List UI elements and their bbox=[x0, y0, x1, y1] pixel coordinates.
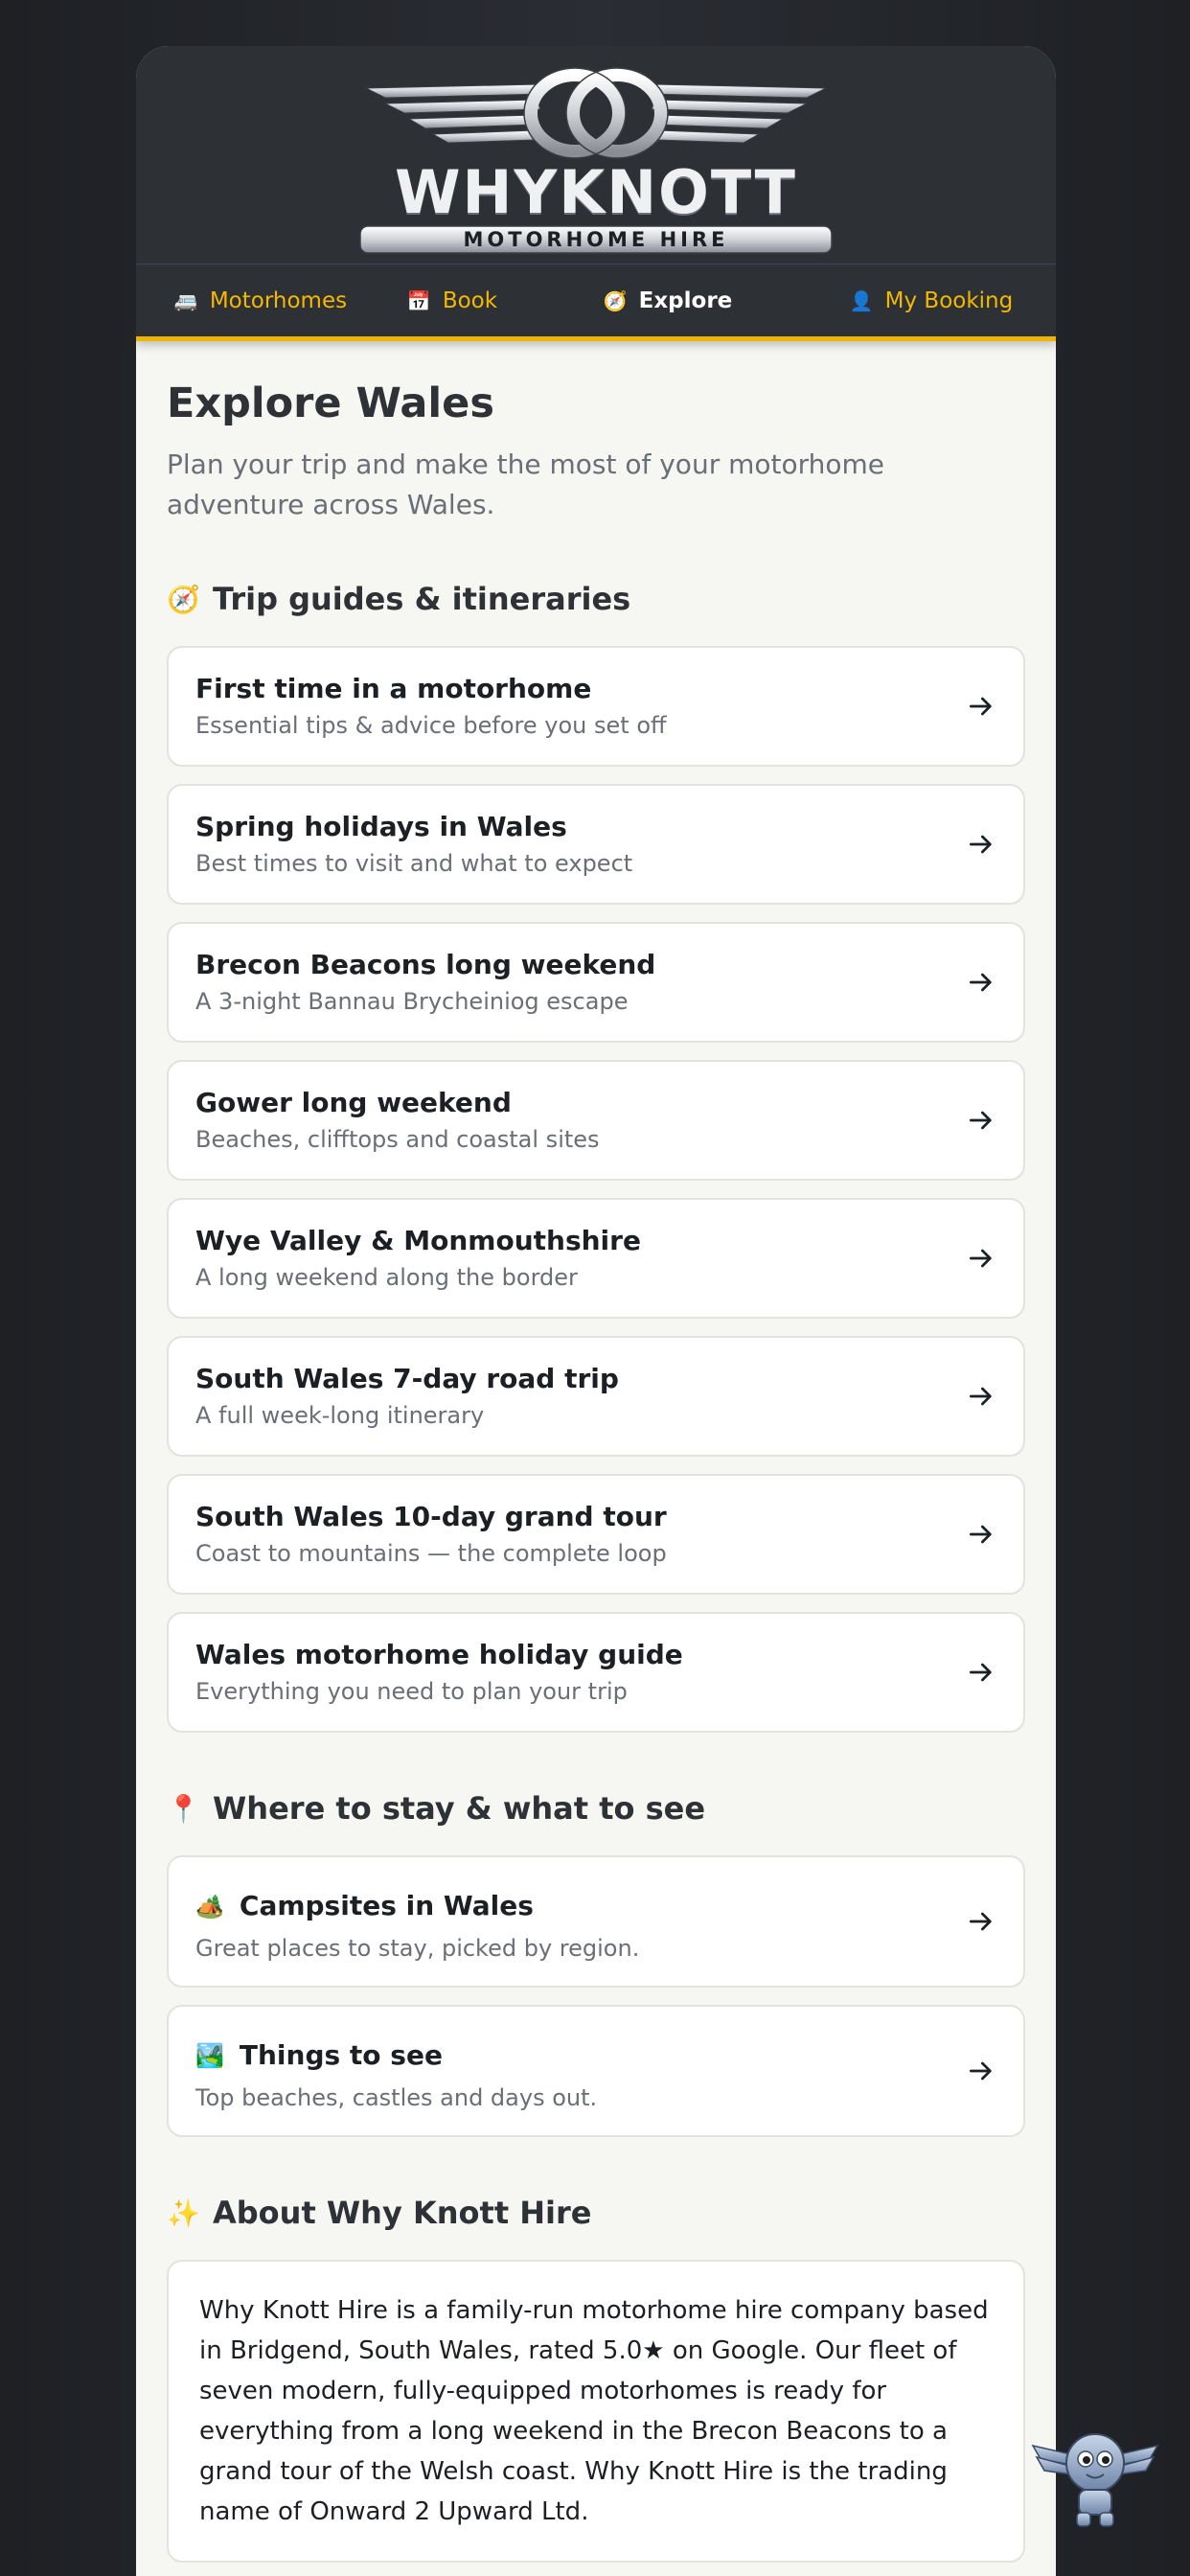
arrow-right-icon bbox=[970, 1111, 992, 1130]
card-title: 🏕️ Campsites in Wales bbox=[195, 1890, 996, 1921]
guide-card[interactable]: Wye Valley & Monmouthshire A long weeken… bbox=[167, 1198, 1025, 1319]
section-title-text: About Why Knott Hire bbox=[213, 2195, 592, 2231]
card-subtitle: A full week-long itinerary bbox=[195, 1402, 485, 1429]
card-subtitle: Coast to mountains — the complete loop bbox=[195, 1540, 667, 1567]
card-title: Wales motorhome holiday guide bbox=[195, 1639, 683, 1670]
card-subtitle: Beaches, clifftops and coastal sites bbox=[195, 1126, 600, 1153]
card-title: Spring holidays in Wales bbox=[195, 811, 567, 842]
card-title: Wye Valley & Monmouthshire bbox=[195, 1225, 641, 1256]
arrow-right-icon bbox=[970, 2061, 992, 2081]
card-title: South Wales 7-day road trip bbox=[195, 1363, 619, 1394]
about-card: Why Knott Hire is a family-run motorhome… bbox=[167, 2260, 1025, 2563]
card-subtitle: Great places to stay, picked by region. bbox=[195, 1935, 640, 1962]
card-subtitle: A 3-night Bannau Brycheiniog escape bbox=[195, 988, 629, 1015]
arrow-right-icon bbox=[970, 1663, 992, 1682]
compass-icon: 🧭 bbox=[167, 583, 200, 615]
brand-tagline: MOTORHOME HIRE bbox=[463, 228, 729, 251]
user-icon: 👤 bbox=[849, 288, 874, 312]
card-subtitle: A long weekend along the border bbox=[195, 1264, 578, 1291]
arrow-right-icon bbox=[970, 1249, 992, 1268]
section-title-text: Trip guides & itineraries bbox=[213, 581, 631, 617]
arrow-right-icon bbox=[970, 1912, 992, 1931]
section-title-about: ✨ About Why Knott Hire bbox=[167, 2195, 1025, 2231]
guide-card[interactable]: Wales motorhome holiday guide Everything… bbox=[167, 1612, 1025, 1733]
nav-label: Motorhomes bbox=[209, 288, 348, 313]
nav-label: Explore bbox=[638, 288, 733, 313]
stay-card-campsites[interactable]: 🏕️ Campsites in Wales Great places to st… bbox=[167, 1855, 1025, 1988]
nav-label: My Booking bbox=[884, 288, 1014, 313]
card-title: 🏞️ Things to see bbox=[195, 2039, 996, 2071]
card-subtitle: Best times to visit and what to expect bbox=[195, 850, 633, 877]
card-title: First time in a motorhome bbox=[195, 673, 592, 704]
app-frame: WHYKNOTT MOTORHOME HIRE 🚐 Motorhomes 📅 B… bbox=[136, 46, 1056, 2576]
main-content: Explore Wales Plan your trip and make th… bbox=[136, 341, 1056, 2563]
main-nav: 🚐 Motorhomes 📅 Book 🧭 Explore 👤 My Booki… bbox=[136, 264, 1056, 341]
arrow-right-icon bbox=[970, 973, 992, 992]
card-subtitle: Top beaches, castles and days out. bbox=[195, 2084, 598, 2111]
card-title: Gower long weekend bbox=[195, 1087, 512, 1118]
card-subtitle: Essential tips & advice before you set o… bbox=[195, 712, 667, 739]
brand-name: WHYKNOTT bbox=[395, 157, 797, 227]
section-title-guides: 🧭 Trip guides & itineraries bbox=[167, 581, 1025, 617]
card-subtitle: Everything you need to plan your trip bbox=[195, 1678, 628, 1705]
nav-my-booking[interactable]: 👤 My Booking bbox=[807, 264, 1056, 336]
guide-card[interactable]: Brecon Beacons long weekend A 3-night Ba… bbox=[167, 922, 1025, 1043]
card-title: Brecon Beacons long weekend bbox=[195, 949, 656, 980]
nav-explore[interactable]: 🧭 Explore bbox=[529, 264, 807, 336]
van-icon: 🚐 bbox=[173, 288, 198, 312]
arrow-right-icon bbox=[970, 1525, 992, 1544]
guide-card[interactable]: Spring holidays in Wales Best times to v… bbox=[167, 784, 1025, 905]
arrow-right-icon bbox=[970, 697, 992, 716]
guide-card[interactable]: First time in a motorhome Essential tips… bbox=[167, 646, 1025, 767]
card-title-text: Campsites in Wales bbox=[239, 1890, 534, 1921]
guide-card[interactable]: South Wales 10-day grand tour Coast to m… bbox=[167, 1474, 1025, 1595]
stay-card-things-to-see[interactable]: 🏞️ Things to see Top beaches, castles an… bbox=[167, 2005, 1025, 2137]
card-title-text: Things to see bbox=[239, 2039, 443, 2071]
landscape-icon: 🏞️ bbox=[195, 2041, 224, 2069]
tent-icon: 🏕️ bbox=[195, 1892, 224, 1920]
section-title-stay: 📍 Where to stay & what to see bbox=[167, 1790, 1025, 1827]
arrow-right-icon bbox=[970, 835, 992, 854]
stay-list: 🏕️ Campsites in Wales Great places to st… bbox=[167, 1855, 1025, 2137]
arrow-right-icon bbox=[970, 1387, 992, 1406]
section-title-text: Where to stay & what to see bbox=[213, 1790, 706, 1827]
mascot-icon[interactable] bbox=[1027, 2417, 1163, 2532]
guide-card[interactable]: Gower long weekend Beaches, clifftops an… bbox=[167, 1060, 1025, 1181]
guides-list: First time in a motorhome Essential tips… bbox=[167, 646, 1025, 1733]
nav-book[interactable]: 📅 Book bbox=[376, 264, 529, 336]
compass-icon: 🧭 bbox=[603, 288, 628, 312]
page-subtitle: Plan your trip and make the most of your… bbox=[167, 448, 885, 520]
sparkles-icon: ✨ bbox=[167, 2196, 200, 2229]
card-title: South Wales 10-day grand tour bbox=[195, 1501, 667, 1532]
nav-motorhomes[interactable]: 🚐 Motorhomes bbox=[136, 264, 376, 336]
page-title: Explore Wales bbox=[167, 380, 494, 427]
nav-label: Book bbox=[442, 288, 498, 313]
guide-card[interactable]: South Wales 7-day road trip A full week-… bbox=[167, 1336, 1025, 1457]
brand-logo[interactable]: WHYKNOTT MOTORHOME HIRE bbox=[356, 52, 835, 259]
calendar-icon: 📅 bbox=[406, 288, 431, 312]
site-header: WHYKNOTT MOTORHOME HIRE bbox=[136, 46, 1056, 264]
pin-icon: 📍 bbox=[167, 1792, 200, 1825]
